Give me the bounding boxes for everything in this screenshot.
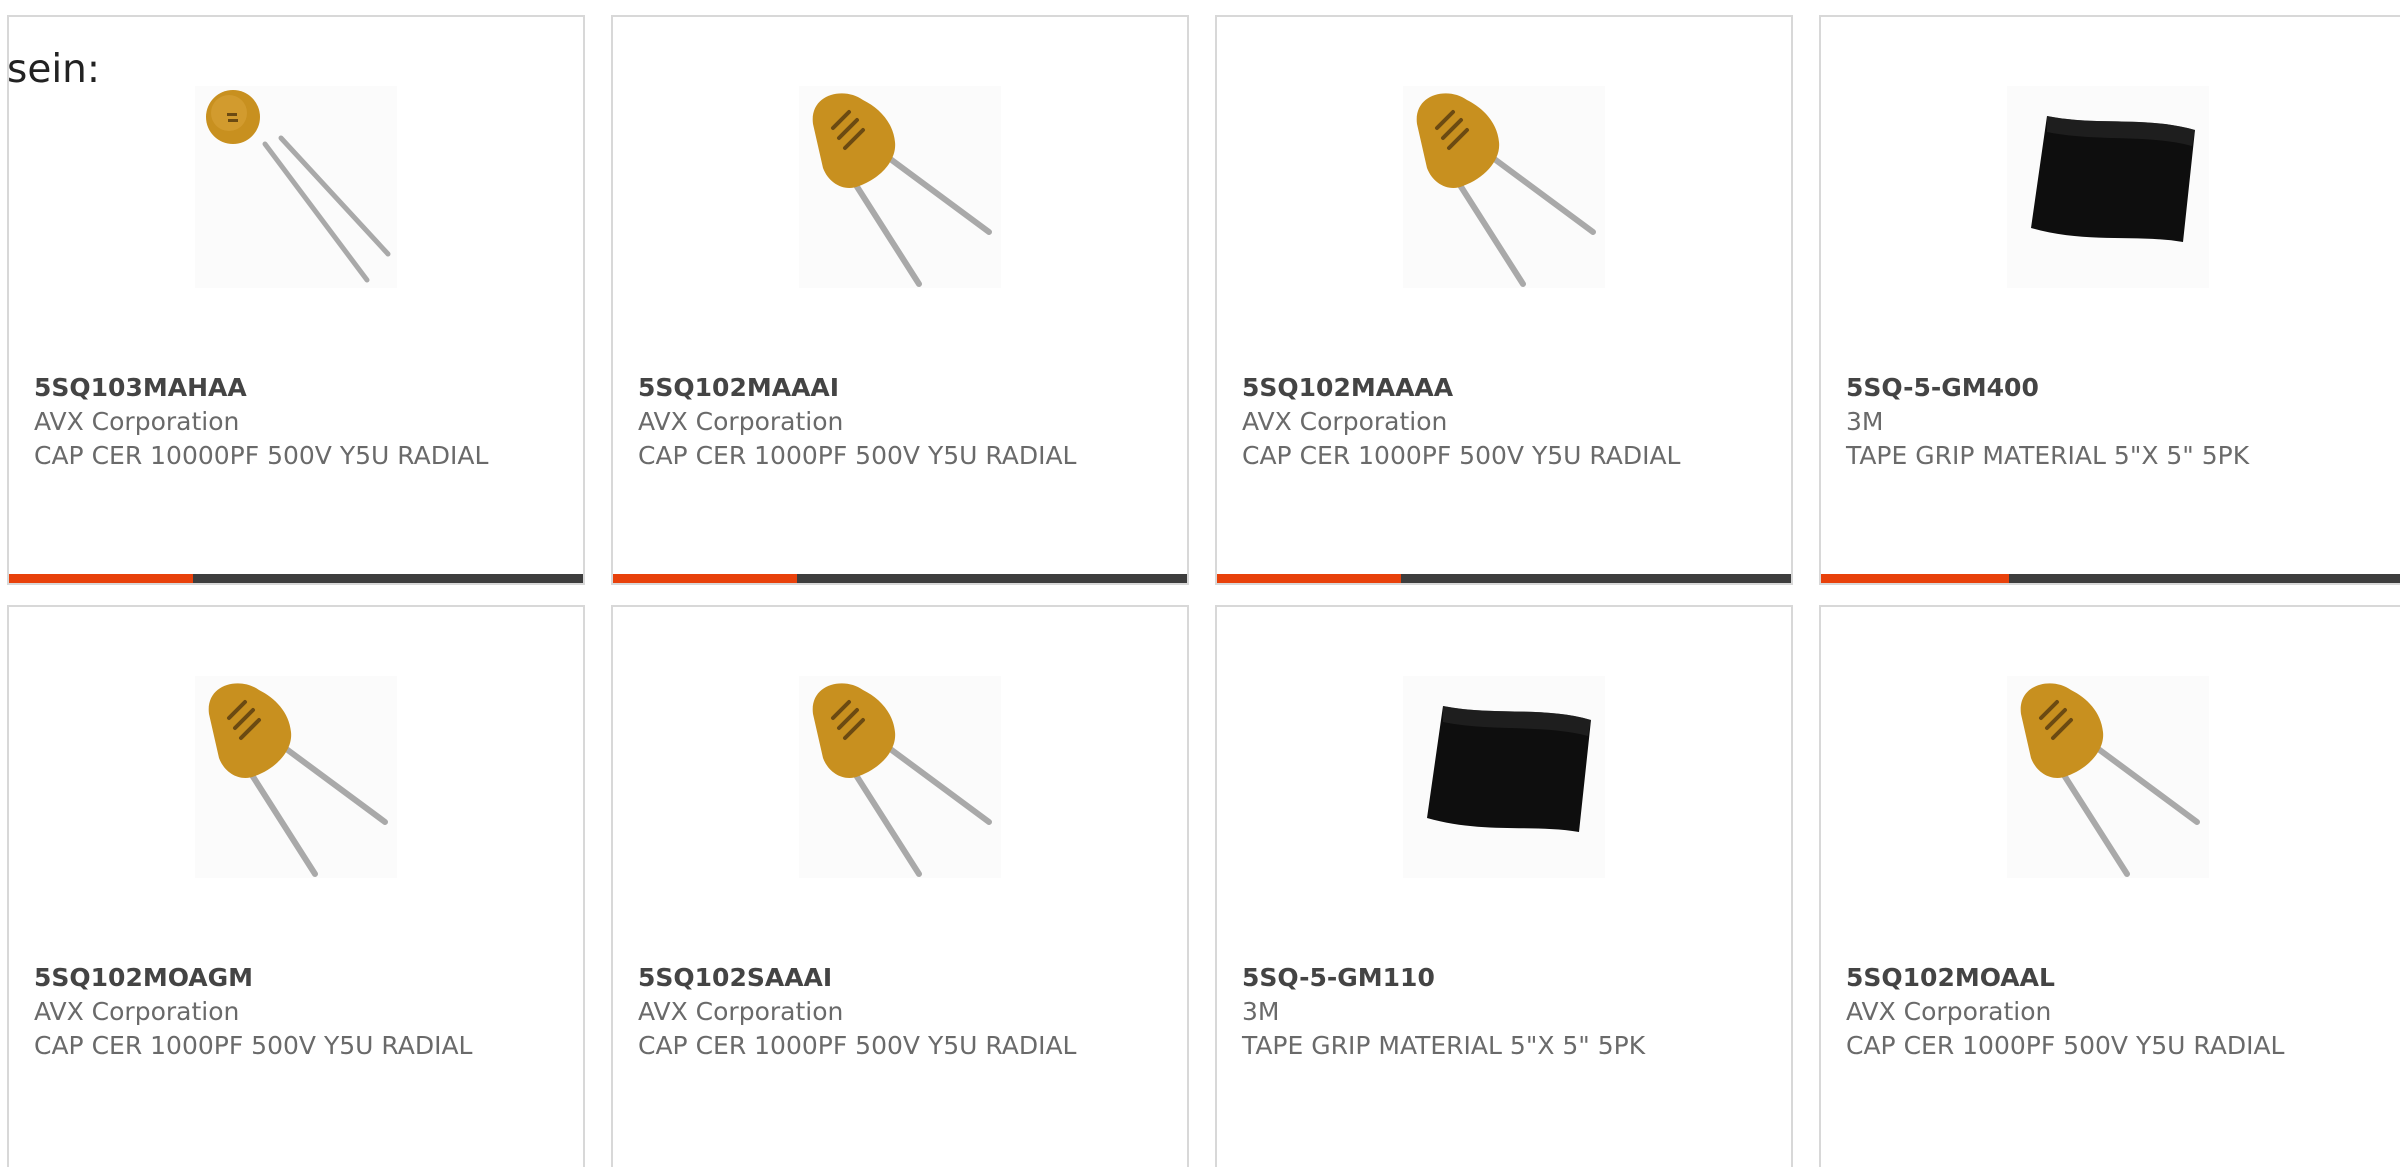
product-card[interactable]: 5SQ-5-GM110 3M TAPE GRIP MATERIAL 5"X 5"…	[1215, 605, 1793, 1167]
product-card-link[interactable]: 5SQ103MAHAA AVX Corporation CAP CER 1000…	[9, 17, 583, 583]
manufacturer: AVX Corporation	[1846, 997, 2052, 1026]
capacitor-icon	[2020, 683, 2200, 877]
manufacturer: 3M	[1846, 407, 1884, 436]
part-number: 5SQ102MOAGM	[34, 963, 254, 992]
part-number: 5SQ-5-GM110	[1242, 963, 1435, 992]
description: CAP CER 1000PF 500V Y5U RADIAL	[638, 441, 1077, 470]
product-card-link[interactable]: 5SQ-5-GM110 3M TAPE GRIP MATERIAL 5"X 5"…	[1217, 607, 1791, 1167]
capacitor-icon	[208, 683, 388, 877]
manufacturer: AVX Corporation	[34, 407, 240, 436]
manufacturer: 3M	[1242, 997, 1280, 1026]
product-card-link[interactable]: 5SQ102MOAAL AVX Corporation CAP CER 1000…	[1821, 607, 2400, 1167]
tape-sheet-icon	[1427, 706, 1591, 832]
progress-bar-fill	[1217, 574, 1401, 583]
manufacturer: AVX Corporation	[638, 407, 844, 436]
product-card[interactable]: 5SQ-5-GM400 3M TAPE GRIP MATERIAL 5"X 5"…	[1819, 15, 2400, 585]
product-info: 5SQ102SAAAI AVX Corporation CAP CER 1000…	[638, 961, 1168, 1063]
part-number: 5SQ102SAAAI	[638, 963, 833, 992]
description: CAP CER 1000PF 500V Y5U RADIAL	[1242, 441, 1681, 470]
capacitor-icon	[812, 683, 992, 877]
tape-sheet-icon	[2031, 116, 2195, 242]
progress-bar-fill	[9, 574, 193, 583]
description: TAPE GRIP MATERIAL 5"X 5" 5PK	[1846, 441, 2250, 470]
product-image	[1403, 676, 1605, 878]
description: CAP CER 1000PF 500V Y5U RADIAL	[34, 1031, 473, 1060]
product-image	[195, 86, 397, 288]
product-image	[799, 676, 1001, 878]
progress-bar	[1821, 574, 2400, 583]
progress-bar-fill	[1821, 574, 2009, 583]
product-grid-page: sein: 5SQ103MAHAA AVX Corporation CAP CE…	[0, 0, 2400, 1167]
product-image	[2007, 86, 2209, 288]
capacitor-icon	[1416, 93, 1596, 287]
description: CAP CER 10000PF 500V Y5U RADIAL	[34, 441, 489, 470]
product-card[interactable]: 5SQ102MAAAA AVX Corporation CAP CER 1000…	[1215, 15, 1793, 585]
product-info: 5SQ102MAAAA AVX Corporation CAP CER 1000…	[1242, 371, 1772, 473]
intro-text: sein:	[7, 47, 101, 92]
capacitor-icon	[812, 93, 992, 287]
progress-bar	[9, 574, 583, 583]
progress-bar-fill	[613, 574, 797, 583]
product-info: 5SQ103MAHAA AVX Corporation CAP CER 1000…	[34, 371, 564, 473]
part-number: 5SQ102MOAAL	[1846, 963, 2055, 992]
product-card-link[interactable]: 5SQ102MAAAI AVX Corporation CAP CER 1000…	[613, 17, 1187, 583]
product-card[interactable]: 5SQ102MOAAL AVX Corporation CAP CER 1000…	[1819, 605, 2400, 1167]
manufacturer: AVX Corporation	[1242, 407, 1448, 436]
capacitor-icon	[206, 90, 391, 283]
description: CAP CER 1000PF 500V Y5U RADIAL	[1846, 1031, 2285, 1060]
progress-bar	[1217, 574, 1791, 583]
product-card[interactable]: 5SQ102MAAAI AVX Corporation CAP CER 1000…	[611, 15, 1189, 585]
part-number: 5SQ-5-GM400	[1846, 373, 2039, 402]
manufacturer: AVX Corporation	[34, 997, 240, 1026]
product-image	[195, 676, 397, 878]
progress-bar	[613, 574, 1187, 583]
product-info: 5SQ102MOAGM AVX Corporation CAP CER 1000…	[34, 961, 564, 1063]
product-info: 5SQ102MOAAL AVX Corporation CAP CER 1000…	[1846, 961, 2376, 1063]
description: TAPE GRIP MATERIAL 5"X 5" 5PK	[1242, 1031, 1646, 1060]
product-card-link[interactable]: 5SQ-5-GM400 3M TAPE GRIP MATERIAL 5"X 5"…	[1821, 17, 2400, 583]
part-number: 5SQ102MAAAI	[638, 373, 840, 402]
product-card[interactable]: 5SQ102SAAAI AVX Corporation CAP CER 1000…	[611, 605, 1189, 1167]
description: CAP CER 1000PF 500V Y5U RADIAL	[638, 1031, 1077, 1060]
product-card-link[interactable]: 5SQ102MOAGM AVX Corporation CAP CER 1000…	[9, 607, 583, 1167]
product-card-link[interactable]: 5SQ102MAAAA AVX Corporation CAP CER 1000…	[1217, 17, 1791, 583]
product-card[interactable]: 5SQ103MAHAA AVX Corporation CAP CER 1000…	[7, 15, 585, 585]
part-number: 5SQ102MAAAA	[1242, 373, 1454, 402]
product-info: 5SQ-5-GM110 3M TAPE GRIP MATERIAL 5"X 5"…	[1242, 961, 1772, 1063]
product-card-link[interactable]: 5SQ102SAAAI AVX Corporation CAP CER 1000…	[613, 607, 1187, 1167]
product-info: 5SQ-5-GM400 3M TAPE GRIP MATERIAL 5"X 5"…	[1846, 371, 2376, 473]
product-image	[799, 86, 1001, 288]
manufacturer: AVX Corporation	[638, 997, 844, 1026]
product-card[interactable]: 5SQ102MOAGM AVX Corporation CAP CER 1000…	[7, 605, 585, 1167]
product-info: 5SQ102MAAAI AVX Corporation CAP CER 1000…	[638, 371, 1168, 473]
product-image	[2007, 676, 2209, 878]
product-image	[1403, 86, 1605, 288]
part-number: 5SQ103MAHAA	[34, 373, 247, 402]
